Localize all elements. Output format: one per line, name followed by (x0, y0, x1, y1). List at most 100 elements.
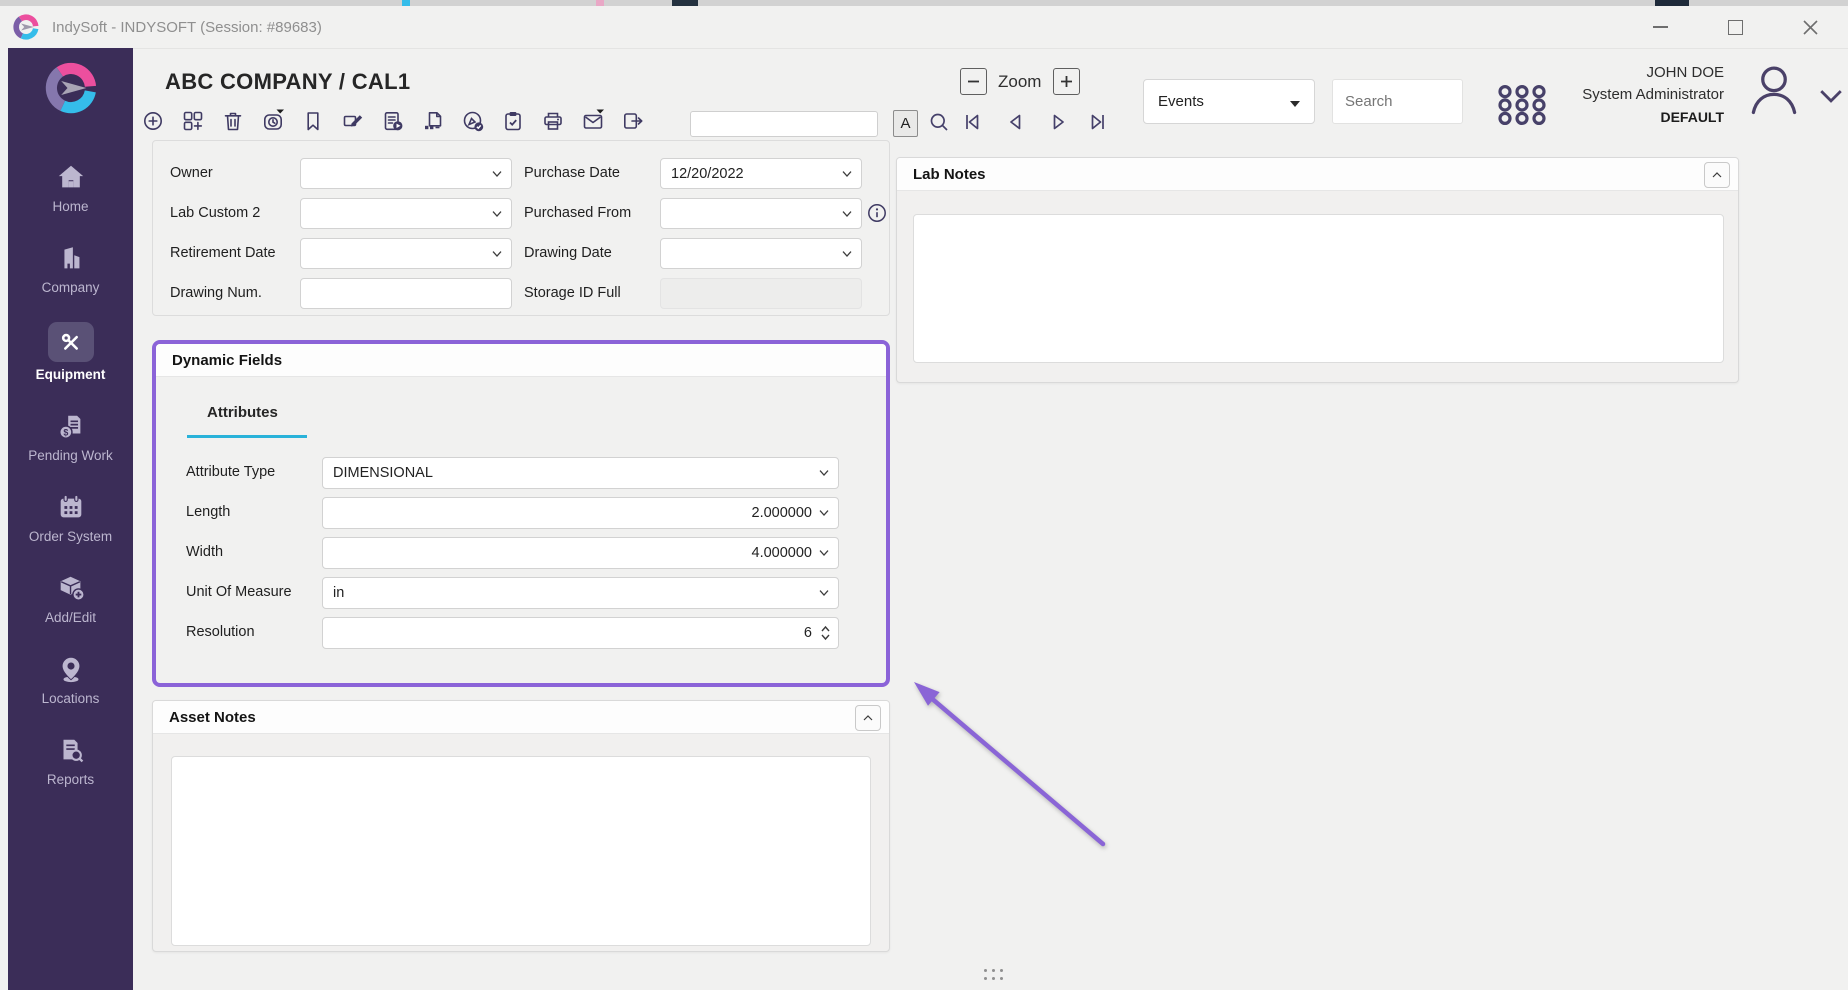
lab-custom-2-label: Lab Custom 2 (170, 198, 260, 229)
sidebar-item-equipment[interactable]: Equipment (8, 322, 133, 382)
user-avatar[interactable] (1744, 60, 1804, 120)
sidebar-item-reports[interactable]: Reports (8, 733, 133, 787)
minimize-button[interactable] (1637, 6, 1683, 48)
resolution-value[interactable] (322, 617, 839, 649)
asset-notes-textarea[interactable] (171, 756, 871, 946)
attribute-type-value[interactable] (322, 457, 839, 489)
user-menu-chevron[interactable] (1818, 88, 1844, 104)
maximize-button[interactable] (1712, 6, 1758, 48)
width-value[interactable] (322, 537, 839, 569)
sidebar-item-add-edit[interactable]: Add/Edit (8, 571, 133, 625)
drawing-date-select[interactable] (660, 238, 862, 269)
next-record-button[interactable] (1046, 109, 1072, 135)
lab-custom-2-value[interactable] (300, 198, 512, 229)
retirement-date-label: Retirement Date (170, 238, 276, 269)
last-record-button[interactable] (1086, 109, 1112, 135)
next-record-icon (1046, 110, 1070, 134)
resolution-label: Resolution (186, 617, 255, 648)
retirement-date-select[interactable] (300, 238, 512, 269)
lab-notes-collapse-button[interactable] (1704, 162, 1730, 188)
attribute-type-select[interactable] (322, 457, 839, 489)
drawing-date-label: Drawing Date (524, 238, 612, 269)
purchase-date-value[interactable] (660, 158, 862, 189)
purchase-date-label: Purchase Date (524, 158, 620, 189)
tab-attributes[interactable]: Attributes (207, 404, 278, 421)
chevron-down-icon (1818, 88, 1844, 104)
lab-notes-title: Lab Notes (913, 166, 986, 183)
lab-notes-textarea[interactable] (913, 214, 1724, 363)
add-edit-icon (56, 573, 86, 603)
work-order-button[interactable] (500, 108, 526, 134)
unit-of-measure-select[interactable] (322, 577, 839, 609)
copy-record-button[interactable] (420, 108, 446, 134)
dynamic-fields-title: Dynamic Fields (172, 352, 282, 369)
asset-notes-collapse-button[interactable] (855, 705, 881, 731)
pending-work-icon: $ (56, 411, 86, 441)
sidebar-item-order-system[interactable]: Order System (8, 490, 133, 544)
indysoft-window: IndySoft - INDYSOFT (Session: #89683) Ho… (0, 0, 1848, 990)
clone-record-button[interactable] (180, 108, 206, 134)
find-button[interactable] (927, 109, 953, 135)
print-button[interactable] (540, 108, 566, 134)
email-icon (581, 109, 605, 133)
retirement-date-value[interactable] (300, 238, 512, 269)
sidebar-item-home[interactable]: Home (8, 160, 133, 214)
close-button[interactable] (1787, 6, 1833, 48)
certify-button[interactable] (460, 108, 486, 134)
owner-select[interactable] (300, 158, 512, 189)
lab-notes-header: Lab Notes (897, 158, 1738, 191)
lab-custom-2-select[interactable] (300, 198, 512, 229)
match-case-button[interactable]: A (893, 110, 918, 137)
first-record-button[interactable] (960, 109, 986, 135)
resolution-stepper[interactable] (322, 617, 839, 649)
drawing-num-value[interactable] (300, 278, 512, 309)
main-sidebar: Home Company Equipment (8, 48, 133, 990)
asset-notes-title: Asset Notes (169, 709, 256, 726)
drawing-date-value[interactable] (660, 238, 862, 269)
sidebar-item-company[interactable]: Company (8, 241, 133, 295)
delete-record-button[interactable] (220, 108, 246, 134)
zoom-label: Zoom (998, 72, 1041, 92)
previous-record-button[interactable] (1004, 109, 1030, 135)
search-input[interactable] (1332, 79, 1463, 124)
edit-record-button[interactable] (340, 108, 366, 134)
chevron-up-icon (1709, 167, 1725, 183)
quick-find-input[interactable] (690, 111, 878, 137)
purchased-from-value[interactable] (660, 198, 862, 229)
events-dropdown[interactable]: Events (1143, 79, 1315, 124)
purchased-from-info-button[interactable] (866, 202, 888, 224)
print-icon (541, 109, 565, 133)
bookmark-button[interactable] (300, 108, 326, 134)
splitter-grip[interactable] (984, 969, 1003, 980)
export-button[interactable] (620, 108, 646, 134)
owner-value[interactable] (300, 158, 512, 189)
length-value[interactable] (322, 497, 839, 529)
edit-record-icon (341, 109, 365, 133)
email-button[interactable] (580, 108, 606, 134)
length-select[interactable] (322, 497, 839, 529)
order-system-icon (56, 492, 86, 522)
sidebar-item-locations[interactable]: Locations (8, 652, 133, 706)
purchased-from-select[interactable] (660, 198, 862, 229)
chevron-up-icon (860, 710, 876, 726)
storage-id-full-field (660, 278, 862, 309)
drawing-num-field[interactable] (300, 278, 512, 309)
sidebar-item-pending-work[interactable]: $ Pending Work (8, 409, 133, 463)
minimize-icon (1653, 26, 1668, 28)
bookmark-icon (301, 109, 325, 133)
locations-icon (56, 654, 86, 684)
schedule-button[interactable] (260, 108, 286, 134)
unit-of-measure-value[interactable] (322, 577, 839, 609)
dynamic-fields-header: Dynamic Fields (156, 344, 886, 377)
indysoft-logo-icon (12, 13, 40, 41)
events-dropdown-value: Events (1158, 93, 1204, 110)
width-select[interactable] (322, 537, 839, 569)
zoom-in-button[interactable] (1053, 68, 1080, 95)
last-record-icon (1086, 110, 1110, 134)
zoom-out-button[interactable] (960, 68, 987, 95)
add-record-button[interactable] (140, 108, 166, 134)
certify-icon (461, 109, 485, 133)
owner-label: Owner (170, 158, 213, 189)
purchase-date-select[interactable] (660, 158, 862, 189)
run-report-button[interactable] (380, 108, 406, 134)
